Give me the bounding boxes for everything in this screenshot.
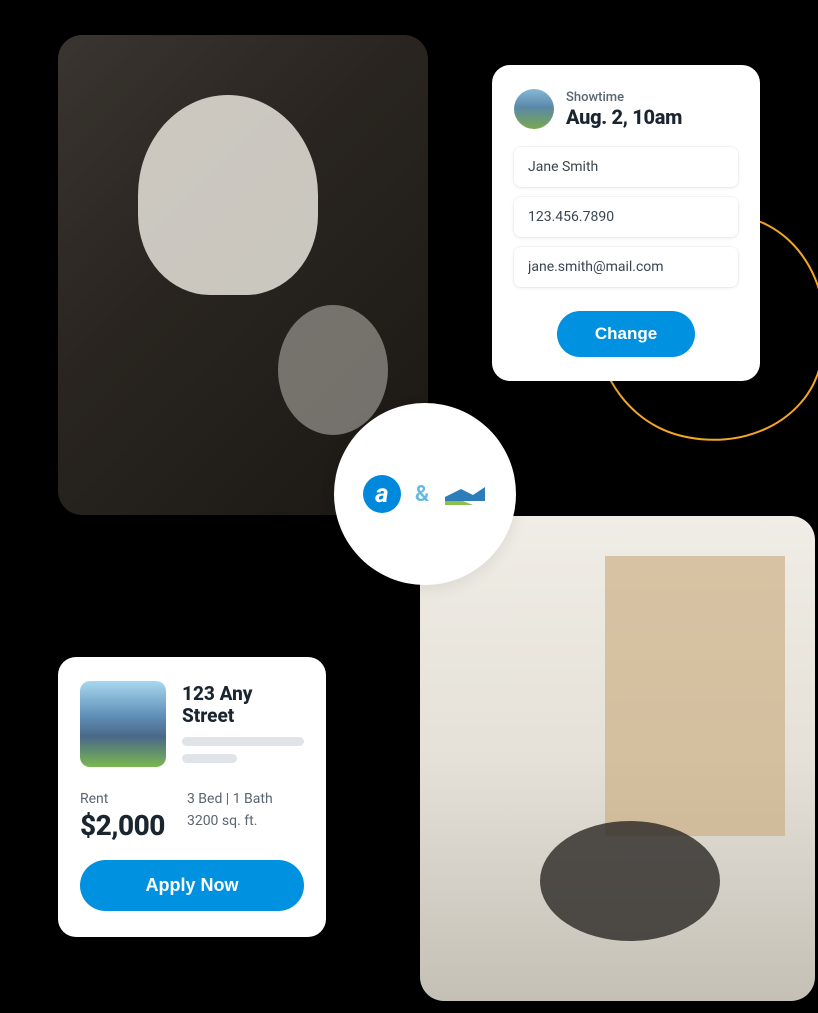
listing-title-block: 123 Any Street: [182, 681, 304, 771]
showtime-card: Showtime Aug. 2, 10am Change: [492, 65, 760, 381]
showtime-label: Showtime: [566, 90, 738, 105]
specs-column: 3 Bed | 1 Bath 3200 sq. ft.: [187, 791, 273, 842]
listing-header: 123 Any Street: [80, 681, 304, 771]
listing-card: 123 Any Street Rent $2,000 3 Bed | 1 Bat…: [58, 657, 326, 937]
skeleton-line: [182, 754, 237, 763]
interior-photo: [420, 516, 815, 1001]
property-avatar: [514, 89, 554, 129]
phone-field[interactable]: [514, 197, 738, 237]
partner-logos-circle: a &: [334, 403, 516, 585]
listing-thumbnail: [80, 681, 166, 767]
beds-baths: 3 Bed | 1 Bath: [187, 791, 273, 807]
logo-a-icon: a: [363, 475, 401, 513]
rent-label: Rent: [80, 791, 165, 807]
listing-details: Rent $2,000 3 Bed | 1 Bath 3200 sq. ft.: [80, 791, 304, 842]
listing-address: 123 Any Street: [182, 683, 304, 727]
ampersand: &: [415, 482, 429, 507]
showtime-header: Showtime Aug. 2, 10am: [514, 89, 738, 129]
apply-now-button[interactable]: Apply Now: [80, 860, 304, 911]
skeleton-line: [182, 737, 304, 746]
logo-b-icon: [443, 479, 487, 509]
name-field[interactable]: [514, 147, 738, 187]
showtime-datetime: Aug. 2, 10am: [566, 105, 738, 129]
email-field[interactable]: [514, 247, 738, 287]
sqft: 3200 sq. ft.: [187, 813, 273, 829]
change-button[interactable]: Change: [557, 311, 695, 357]
rent-price: $2,000: [80, 809, 165, 842]
rent-column: Rent $2,000: [80, 791, 165, 842]
showtime-title-block: Showtime Aug. 2, 10am: [566, 90, 738, 129]
